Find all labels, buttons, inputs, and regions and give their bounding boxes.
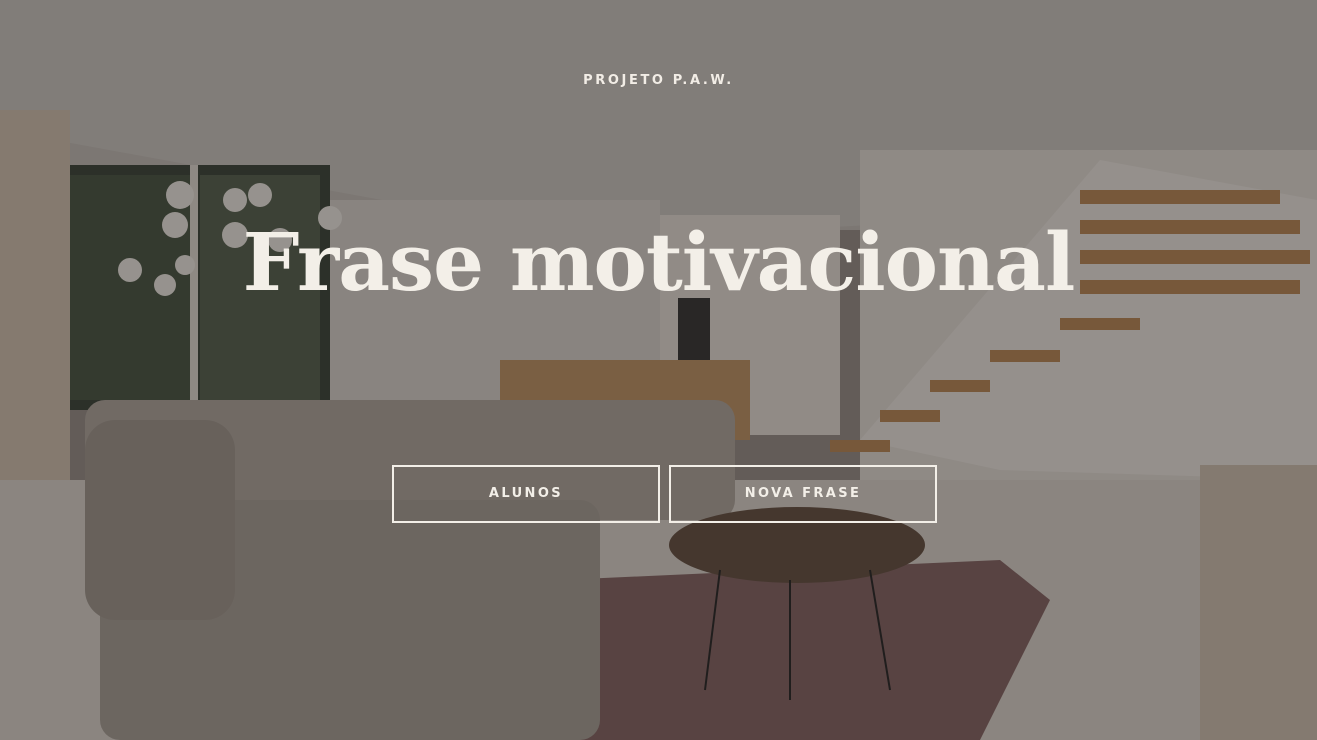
hero-section: PROJETO P.A.W. Frase motivacional ALUNOS… xyxy=(0,0,1317,740)
image-dark-overlay xyxy=(0,0,1317,740)
project-eyebrow-label: PROJETO P.A.W. xyxy=(583,73,734,88)
alunos-button[interactable]: ALUNOS xyxy=(392,465,660,523)
nova-frase-button[interactable]: NOVA FRASE xyxy=(669,465,937,523)
hero-headline: Frase motivacional xyxy=(242,215,1076,309)
